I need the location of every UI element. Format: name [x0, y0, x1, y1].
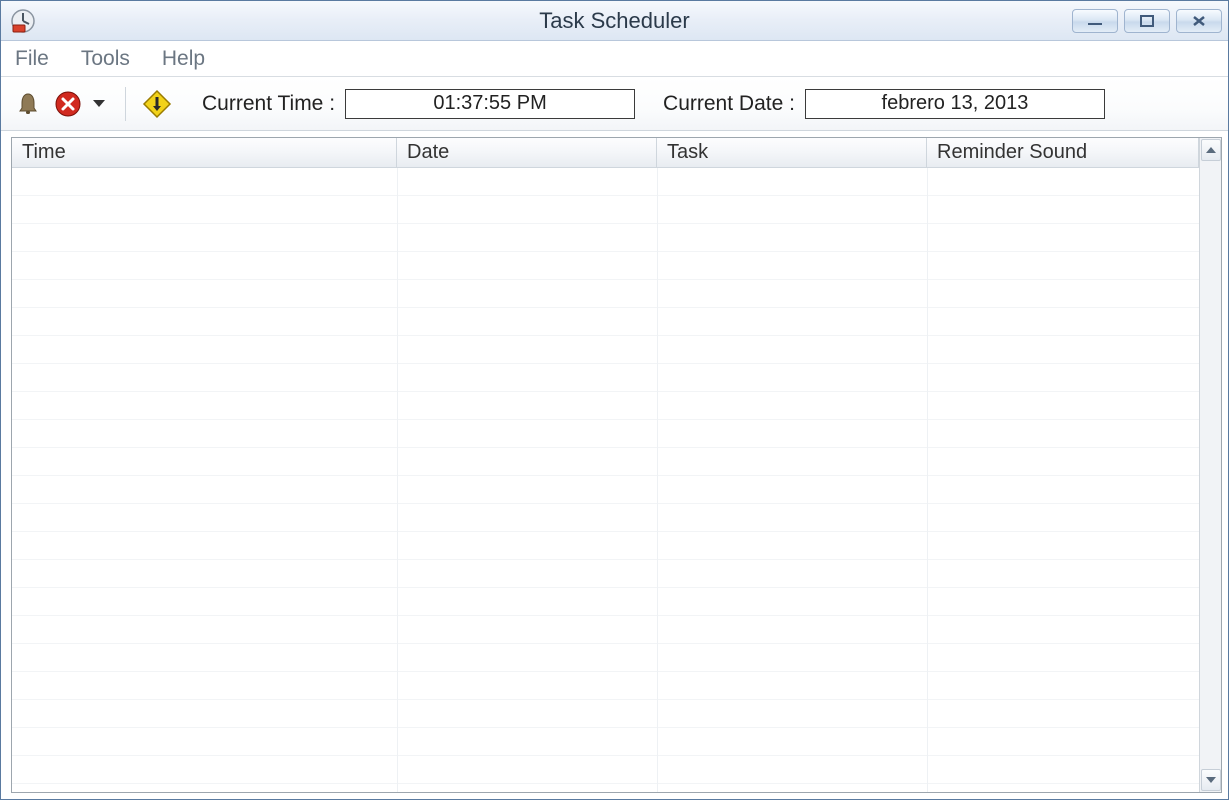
menu-file[interactable]: File	[11, 45, 53, 73]
grid-vline	[927, 168, 928, 792]
vertical-scrollbar[interactable]	[1199, 138, 1221, 792]
priority-icon[interactable]	[140, 87, 174, 121]
toolbar: Current Time : 01:37:55 PM Current Date …	[1, 77, 1228, 131]
column-header-time[interactable]: Time	[12, 138, 397, 167]
window-controls	[1072, 9, 1222, 33]
maximize-button[interactable]	[1124, 9, 1170, 33]
table-header-row: Time Date Task Reminder Sound	[12, 138, 1199, 168]
column-header-reminder-sound[interactable]: Reminder Sound	[927, 138, 1199, 167]
column-header-date[interactable]: Date	[397, 138, 657, 167]
column-header-task[interactable]: Task	[657, 138, 927, 167]
dropdown-arrow-icon[interactable]	[93, 100, 105, 107]
window-title: Task Scheduler	[1, 8, 1228, 34]
menubar: File Tools Help	[1, 41, 1228, 77]
minimize-button[interactable]	[1072, 9, 1118, 33]
scroll-up-button[interactable]	[1201, 139, 1221, 161]
app-icon	[9, 7, 37, 35]
grid-vline	[397, 168, 398, 792]
current-date-field: febrero 13, 2013	[805, 89, 1105, 119]
toolbar-separator	[125, 87, 126, 121]
bell-icon[interactable]	[11, 87, 45, 121]
table-body[interactable]	[12, 168, 1199, 792]
current-time-label: Current Time :	[202, 92, 335, 116]
menu-help[interactable]: Help	[158, 45, 209, 73]
app-window: Task Scheduler File Tools Help	[0, 0, 1229, 800]
scroll-down-button[interactable]	[1201, 769, 1221, 791]
content-area: Time Date Task Reminder Sound	[11, 137, 1222, 793]
delete-icon[interactable]	[51, 87, 85, 121]
grid-vline	[657, 168, 658, 792]
current-time-field: 01:37:55 PM	[345, 89, 635, 119]
task-table: Time Date Task Reminder Sound	[12, 138, 1199, 792]
current-date-label: Current Date :	[663, 92, 795, 116]
menu-tools[interactable]: Tools	[77, 45, 134, 73]
close-button[interactable]	[1176, 9, 1222, 33]
titlebar[interactable]: Task Scheduler	[1, 1, 1228, 41]
